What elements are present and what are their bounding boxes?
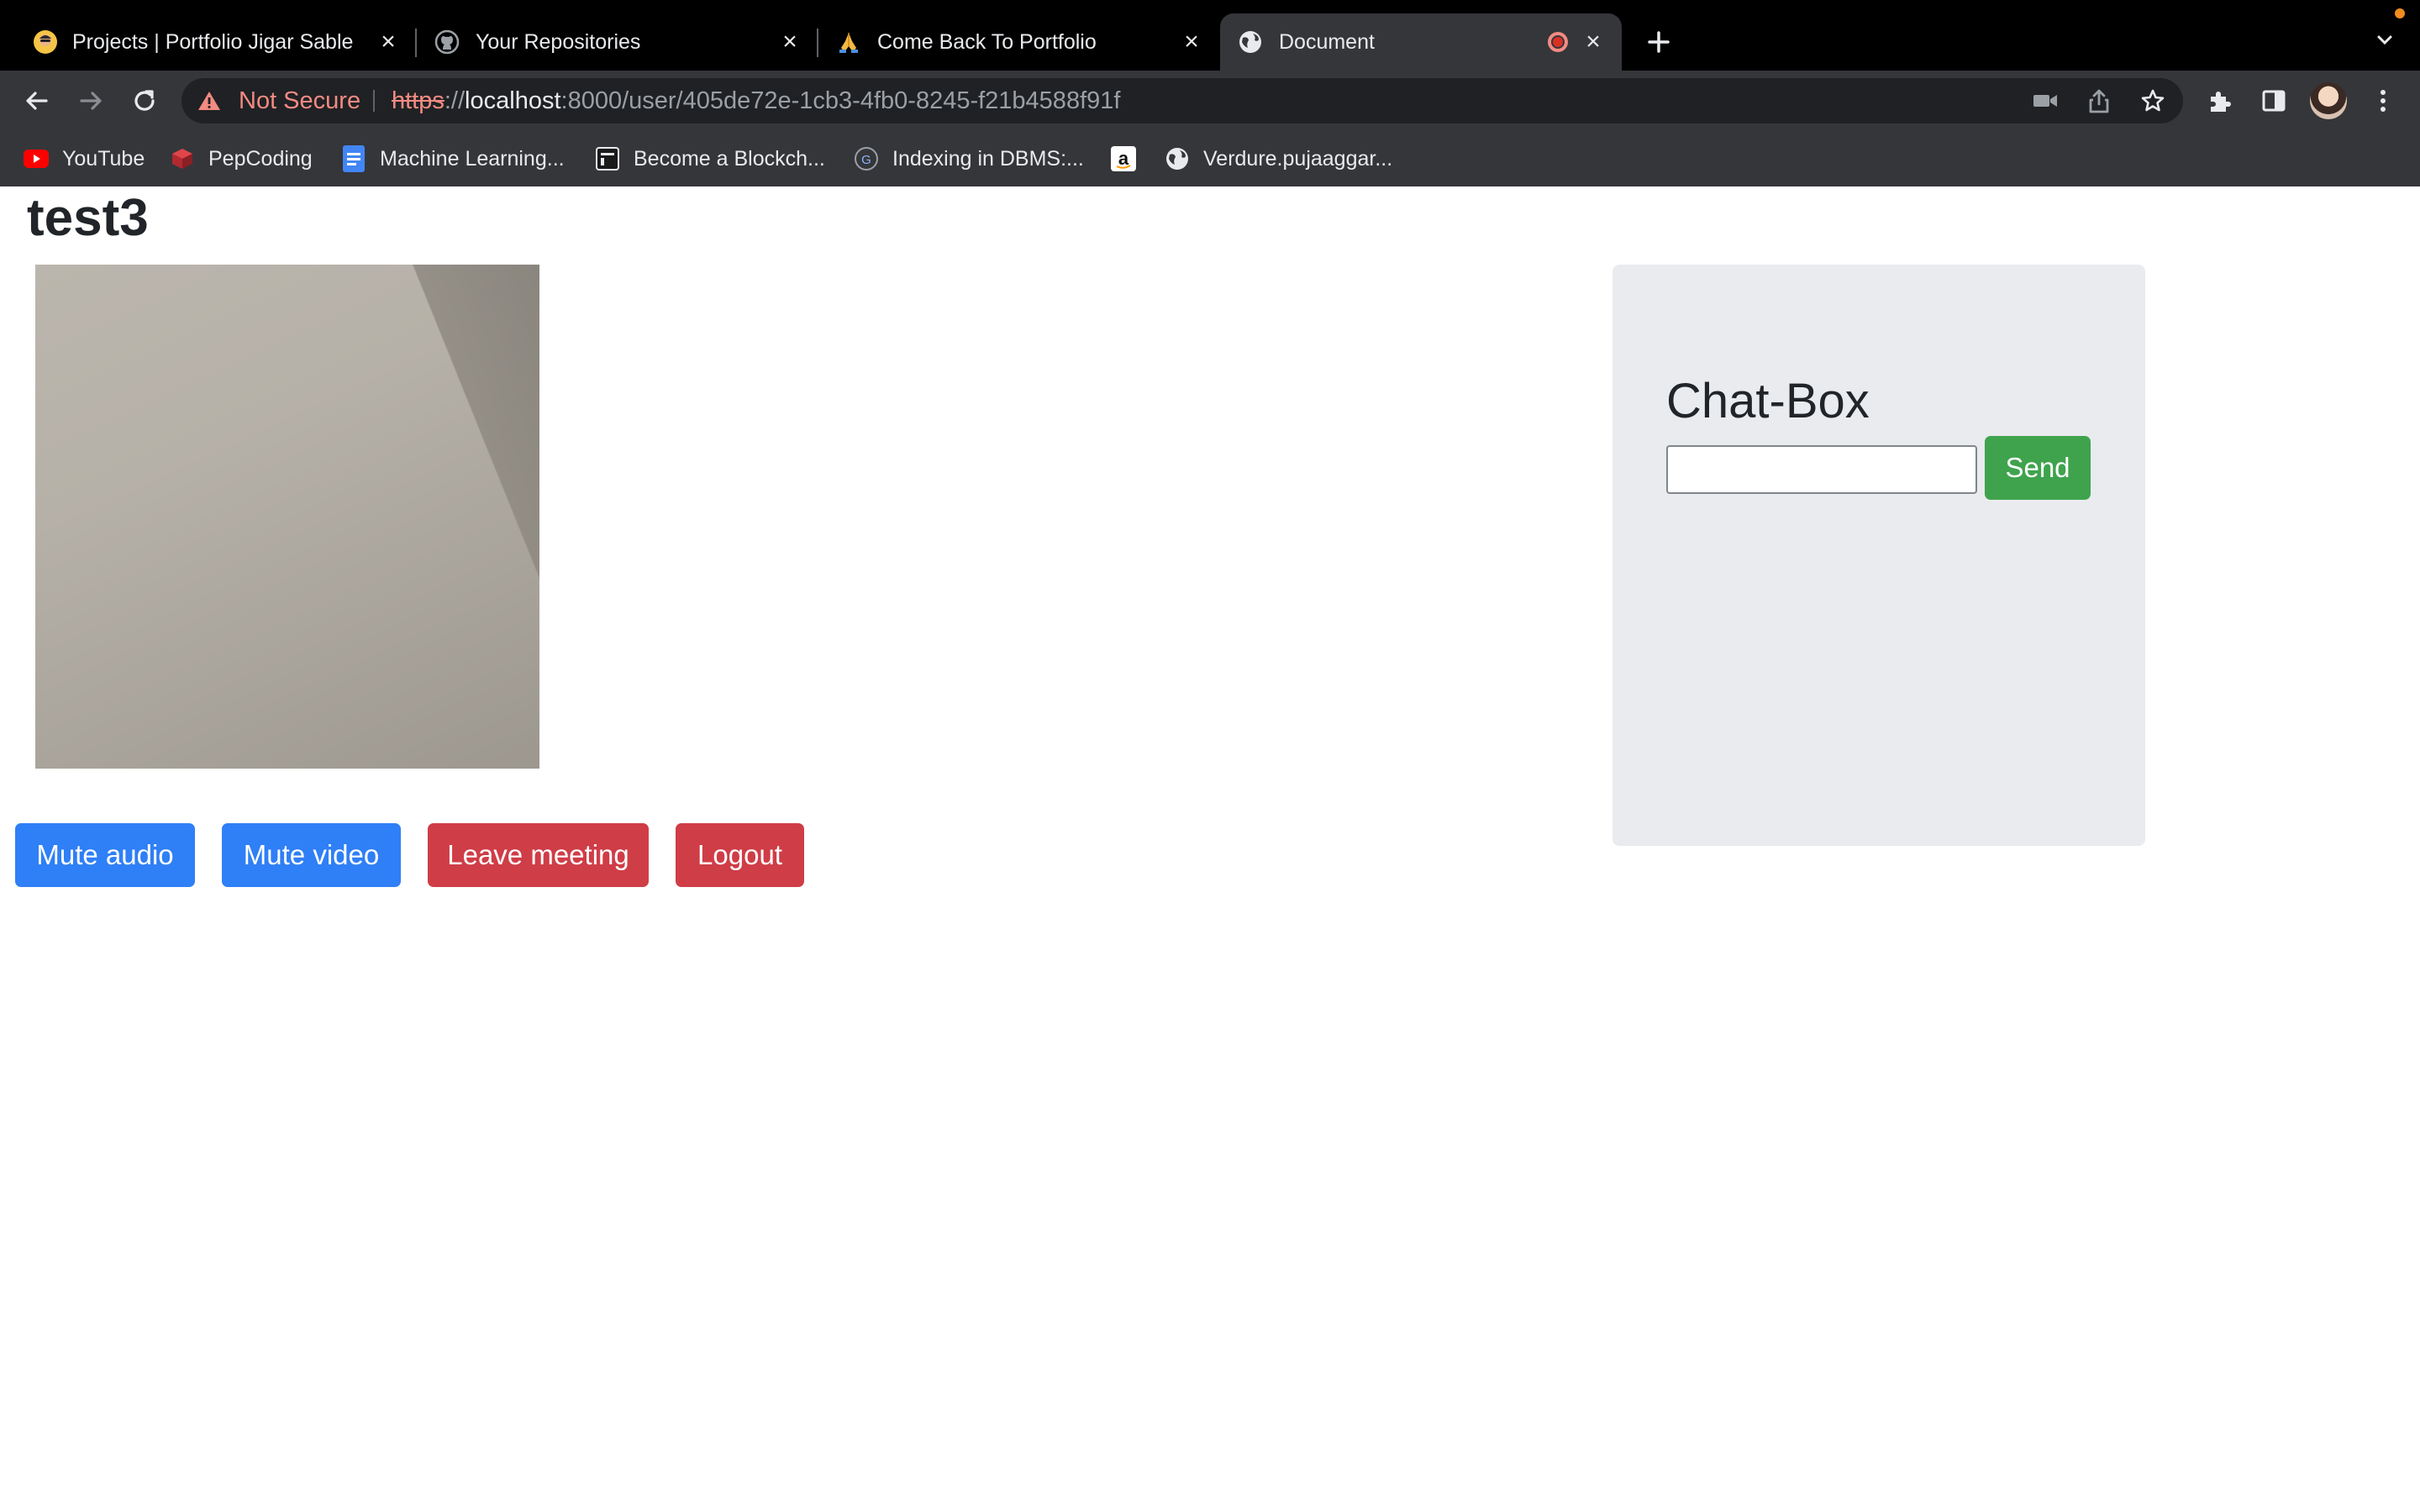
- tab-projects-portfolio[interactable]: Projects | Portfolio Jigar Sable ×: [0, 13, 417, 71]
- chat-box-title: Chat-Box: [1666, 374, 1870, 428]
- bookmark-label: PepCoding: [208, 146, 313, 171]
- tab-title: Projects | Portfolio Jigar Sable: [72, 30, 354, 54]
- url-host: localhost: [465, 87, 561, 114]
- bookmark-become-a-blockchain[interactable]: Become a Blockch...: [595, 145, 825, 172]
- pepcoding-icon: [170, 146, 195, 171]
- svg-text:G: G: [861, 153, 871, 167]
- bookmark-amazon[interactable]: a: [1111, 145, 1136, 172]
- logout-button[interactable]: Logout: [676, 823, 804, 887]
- bookmark-label: Machine Learning...: [380, 146, 565, 171]
- local-video-feed: [35, 265, 539, 769]
- chat-message-input[interactable]: [1666, 445, 1977, 494]
- extensions-puzzle-icon[interactable]: [2202, 82, 2238, 119]
- bookmark-label: Become a Blockch...: [634, 146, 825, 171]
- bookmark-youtube[interactable]: YouTube: [24, 145, 145, 172]
- close-icon[interactable]: ×: [1580, 28, 1607, 55]
- avatar-emoji-icon: [32, 29, 59, 55]
- tab-title: Come Back To Portfolio: [877, 30, 1097, 54]
- google-docs-icon: [341, 145, 366, 172]
- tab-document[interactable]: Document ×: [1220, 13, 1622, 71]
- url-path: :8000/user/405de72e-1cb3-4fb0-8245-f21b4…: [560, 87, 1121, 114]
- url-scheme: https: [392, 87, 445, 114]
- browser-toolbar: Not Secure https://localhost:8000/user/4…: [0, 71, 2420, 131]
- bookmark-machine-learning[interactable]: Machine Learning...: [341, 145, 565, 172]
- bookmark-label: Indexing in DBMS:...: [892, 146, 1084, 171]
- forward-button[interactable]: [71, 81, 111, 121]
- page-title: test3: [27, 189, 149, 247]
- reload-button[interactable]: [124, 81, 165, 121]
- globe-icon: [1165, 146, 1190, 171]
- not-secure-label[interactable]: Not Secure: [239, 78, 360, 123]
- gfg-icon: G: [854, 146, 879, 171]
- amazon-icon: a: [1111, 146, 1136, 171]
- profile-avatar[interactable]: [2310, 82, 2347, 119]
- warning-triangle-icon[interactable]: [197, 88, 222, 113]
- youtube-icon: [24, 146, 49, 171]
- chat-box-panel: Chat-Box Send: [1612, 265, 2145, 846]
- bookmarks-bar: YouTube PepCoding Machine Learning... Be…: [0, 131, 2420, 188]
- back-button[interactable]: [17, 81, 57, 121]
- folded-hands-icon: [835, 29, 862, 55]
- bookmark-verdure[interactable]: Verdure.pujaaggar...: [1165, 145, 1392, 172]
- recording-indicator-icon: [1548, 32, 1568, 52]
- side-panel-icon[interactable]: [2255, 82, 2292, 119]
- leave-meeting-button[interactable]: Leave meeting: [428, 823, 649, 887]
- bookmark-label: YouTube: [62, 146, 145, 171]
- url-text[interactable]: https://localhost:8000/user/405de72e-1cb…: [392, 78, 1120, 123]
- bookmark-pepcoding[interactable]: PepCoding: [170, 145, 313, 172]
- video-frame-content: [35, 265, 539, 769]
- bookmark-star-icon[interactable]: [2138, 86, 2168, 116]
- mute-audio-button[interactable]: Mute audio: [15, 823, 195, 887]
- globe-icon: [1237, 29, 1264, 55]
- send-button[interactable]: Send: [1985, 436, 2091, 500]
- address-bar[interactable]: Not Secure https://localhost:8000/user/4…: [182, 78, 2183, 123]
- github-icon: [434, 29, 460, 55]
- share-icon[interactable]: [2084, 86, 2114, 116]
- bookmark-label: Verdure.pujaaggar...: [1203, 146, 1393, 171]
- close-icon[interactable]: ×: [776, 28, 803, 55]
- svg-text:a: a: [1118, 148, 1129, 169]
- address-separator: [373, 90, 375, 112]
- tab-strip: Projects | Portfolio Jigar Sable × Your …: [0, 0, 2420, 71]
- tab-title: Document: [1279, 30, 1375, 54]
- tab-your-repositories[interactable]: Your Repositories ×: [417, 13, 818, 71]
- camera-in-use-icon[interactable]: [2030, 86, 2060, 116]
- tab-title: Your Repositories: [476, 30, 641, 54]
- mute-video-button[interactable]: Mute video: [222, 823, 401, 887]
- new-tab-button[interactable]: [1640, 24, 1677, 60]
- tab-come-back-to-portfolio[interactable]: Come Back To Portfolio ×: [818, 13, 1220, 71]
- page-content: test3 Mute audio Mute video Leave meetin…: [0, 186, 2420, 1512]
- tab-search-chevron-icon[interactable]: [2368, 24, 2402, 57]
- update-dot-icon: [2395, 8, 2405, 18]
- blockchain-icon: [595, 146, 620, 171]
- close-icon[interactable]: ×: [1178, 28, 1205, 55]
- bookmark-indexing-in-dbms[interactable]: G Indexing in DBMS:...: [854, 145, 1084, 172]
- url-scheme-separator: ://: [444, 87, 466, 114]
- close-icon[interactable]: ×: [375, 28, 402, 55]
- more-options-icon[interactable]: [2365, 82, 2402, 119]
